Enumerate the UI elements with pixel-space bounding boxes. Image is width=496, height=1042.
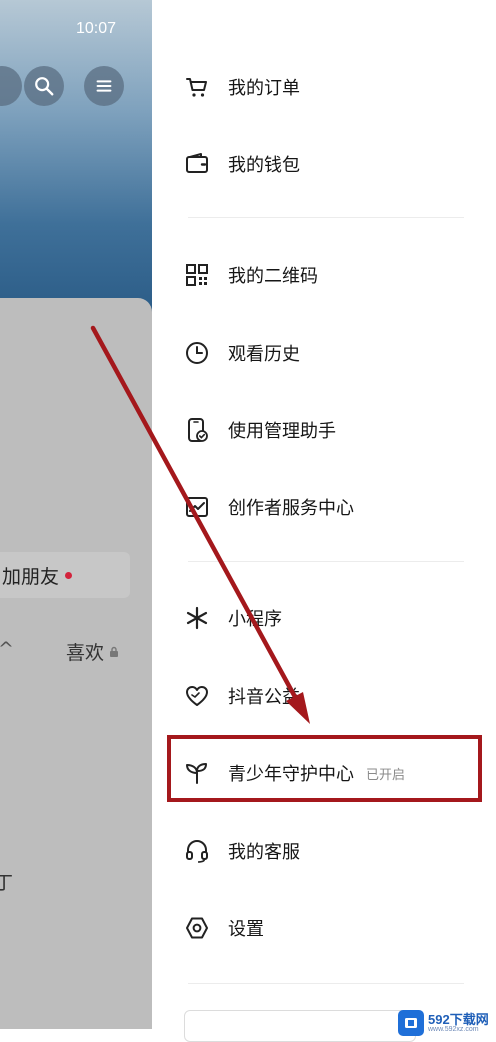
menu-item-orders[interactable]: 我的订单: [184, 67, 300, 107]
chart-icon: [186, 497, 208, 517]
hexagon-settings-icon: [186, 917, 208, 939]
menu-item-charity[interactable]: 抖音公益: [184, 676, 300, 716]
menu-item-customer-service[interactable]: 我的客服: [184, 831, 300, 871]
cart-icon: [186, 78, 207, 97]
watermark-logo-icon: [398, 1010, 424, 1036]
menu-item-label: 抖音公益: [228, 687, 300, 708]
side-drawer-menu: 我的订单 我的钱包 我的二维码 观看历史 使用管理助手 创作者服务中心 小程序 …: [152, 0, 496, 1029]
menu-item-usage-manager[interactable]: 使用管理助手: [184, 410, 336, 450]
wallet-icon: [186, 153, 208, 173]
add-friend-button[interactable]: 加朋友: [0, 552, 130, 598]
lock-icon: [110, 646, 119, 657]
menu-item-history[interactable]: 观看历史: [184, 333, 300, 373]
menu-item-creator-center[interactable]: 创作者服务中心: [184, 487, 354, 527]
site-watermark: 592下载网 www.592xz.com: [398, 1010, 489, 1036]
menu-button[interactable]: [84, 66, 124, 106]
tab-likes[interactable]: 喜欢: [66, 638, 120, 665]
qrcode-icon: [186, 264, 208, 286]
menu-item-label: 观看历史: [228, 344, 300, 365]
menu-divider: [188, 561, 464, 562]
menu-item-label: 我的二维码: [228, 266, 318, 287]
menu-divider: [188, 217, 464, 218]
heart-icon: [186, 686, 208, 706]
watermark-url: www.592xz.com: [428, 1026, 479, 1033]
menu-item-label: 设置: [228, 919, 264, 940]
bottom-partial-card[interactable]: [184, 1010, 416, 1042]
menu-item-qrcode[interactable]: 我的二维码: [184, 255, 318, 295]
clock-icon: [186, 342, 208, 364]
partial-tab-label: ^: [0, 638, 14, 660]
asterisk-icon: [186, 606, 208, 630]
menu-divider: [188, 983, 464, 984]
menu-item-wallet[interactable]: 我的钱包: [184, 144, 300, 184]
menu-item-label: 我的钱包: [228, 155, 300, 176]
phone-check-icon: [188, 418, 208, 442]
search-button[interactable]: [24, 66, 64, 106]
menu-item-label: 创作者服务中心: [228, 498, 354, 519]
notification-dot: [65, 571, 73, 579]
menu-item-settings[interactable]: 设置: [184, 908, 264, 948]
profile-header-background: [0, 0, 152, 320]
menu-icon: [96, 80, 112, 92]
menu-item-label: 小程序: [228, 609, 282, 630]
partial-text: 丁: [0, 872, 14, 894]
add-friend-label: 加朋友: [2, 565, 60, 588]
likes-tab-label: 喜欢: [66, 642, 105, 664]
highlight-box-annotation: [167, 735, 482, 802]
search-icon: [35, 77, 54, 96]
menu-item-label: 我的客服: [228, 842, 300, 863]
background-profile-page: 10:07 加朋友 ^ 喜欢 丁: [0, 0, 152, 1029]
headset-icon: [186, 840, 208, 863]
watermark-text: 592下载网: [428, 1012, 489, 1027]
menu-item-mini-programs[interactable]: 小程序: [184, 598, 282, 638]
menu-item-label: 使用管理助手: [228, 421, 336, 442]
status-time: 10:07: [76, 20, 117, 37]
menu-item-label: 我的订单: [228, 78, 300, 99]
